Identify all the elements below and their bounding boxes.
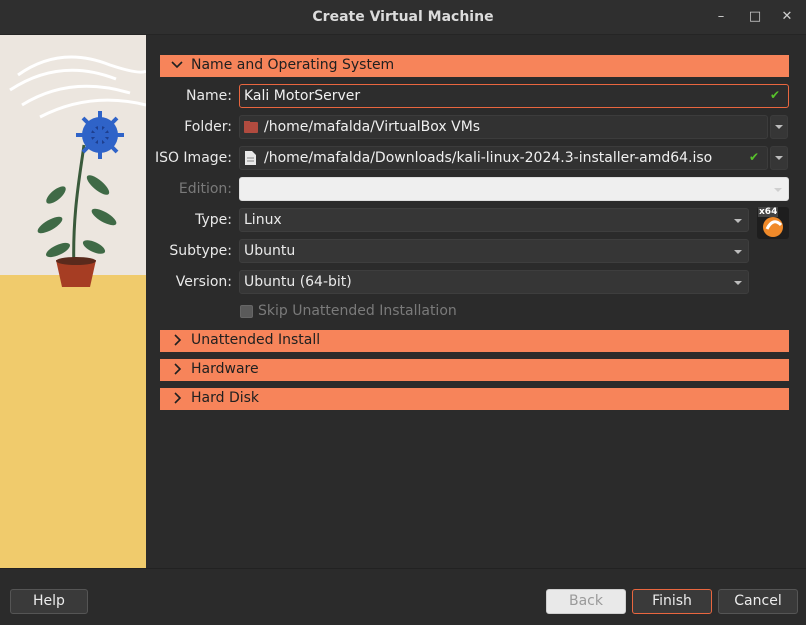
name-label: Name: bbox=[185, 88, 232, 104]
window-title: Create Virtual Machine bbox=[312, 9, 494, 25]
name-field[interactable]: Kali MotorServer ✔ bbox=[239, 84, 789, 108]
type-value: Linux bbox=[244, 212, 282, 228]
section-name-os-header[interactable]: Name and Operating System bbox=[160, 55, 789, 77]
minimize-icon[interactable]: – bbox=[712, 8, 730, 26]
folder-icon bbox=[244, 121, 258, 133]
section-hard-disk-header[interactable]: Hard Disk bbox=[160, 388, 789, 410]
folder-dropdown-button[interactable] bbox=[770, 115, 788, 139]
folder-field[interactable]: /home/mafalda/VirtualBox VMs bbox=[239, 115, 768, 139]
valid-check-icon: ✔ bbox=[748, 150, 759, 164]
button-bar: Help Back Finish Cancel bbox=[0, 568, 806, 625]
maximize-icon[interactable]: □ bbox=[746, 8, 764, 26]
chevron-right-icon bbox=[174, 392, 182, 404]
subtype-label: Subtype: bbox=[169, 243, 232, 259]
edition-label: Edition: bbox=[178, 181, 232, 197]
iso-label: ISO Image: bbox=[154, 150, 232, 166]
form-content: Name and Operating System Name: Kali Mot… bbox=[146, 35, 806, 568]
chevron-right-icon bbox=[174, 334, 182, 346]
section-hardware-label: Hardware bbox=[191, 361, 259, 377]
subtype-select[interactable]: Ubuntu bbox=[239, 239, 749, 263]
iso-dropdown-button[interactable] bbox=[770, 146, 788, 170]
folder-label: Folder: bbox=[184, 119, 232, 135]
wizard-illustration bbox=[0, 35, 146, 568]
chevron-down-icon bbox=[171, 61, 183, 69]
folder-value: /home/mafalda/VirtualBox VMs bbox=[264, 119, 481, 135]
version-label: Version: bbox=[175, 274, 232, 290]
chevron-right-icon bbox=[174, 363, 182, 375]
help-button[interactable]: Help bbox=[10, 589, 88, 614]
close-icon[interactable]: ✕ bbox=[778, 8, 796, 26]
section-unattended-label: Unattended Install bbox=[191, 332, 321, 348]
subtype-value: Ubuntu bbox=[244, 243, 296, 259]
cancel-button[interactable]: Cancel bbox=[718, 589, 798, 614]
title-bar: Create Virtual Machine – □ ✕ bbox=[0, 0, 806, 35]
section-hardware-header[interactable]: Hardware bbox=[160, 359, 789, 381]
valid-check-icon: ✔ bbox=[769, 88, 780, 102]
skip-unattended-label: Skip Unattended Installation bbox=[258, 303, 457, 319]
skip-unattended-checkbox[interactable] bbox=[240, 305, 253, 318]
iso-field[interactable]: /home/mafalda/Downloads/kali-linux-2024.… bbox=[239, 146, 768, 170]
version-select[interactable]: Ubuntu (64-bit) bbox=[239, 270, 749, 294]
name-value: Kali MotorServer bbox=[244, 88, 361, 104]
file-icon bbox=[245, 151, 256, 165]
iso-value: /home/mafalda/Downloads/kali-linux-2024.… bbox=[264, 150, 713, 166]
type-select[interactable]: Linux bbox=[239, 208, 749, 232]
edition-select[interactable] bbox=[239, 177, 789, 201]
back-button[interactable]: Back bbox=[546, 589, 626, 614]
finish-button[interactable]: Finish bbox=[632, 589, 712, 614]
version-value: Ubuntu (64-bit) bbox=[244, 274, 352, 290]
os-type-icon: x64 bbox=[757, 207, 789, 239]
section-unattended-header[interactable]: Unattended Install bbox=[160, 330, 789, 352]
type-label: Type: bbox=[195, 212, 232, 228]
x64-badge: x64 bbox=[758, 207, 779, 217]
section-name-os-label: Name and Operating System bbox=[191, 57, 395, 73]
flower-pot-illustration bbox=[9, 55, 146, 287]
section-hard-disk-label: Hard Disk bbox=[191, 390, 260, 406]
